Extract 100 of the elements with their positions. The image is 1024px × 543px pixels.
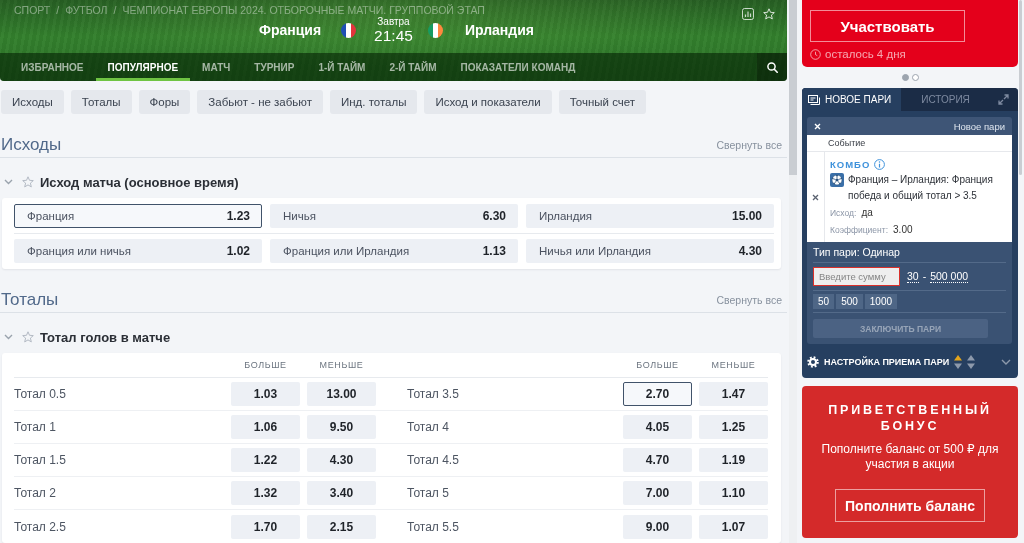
- filter-chip[interactable]: Забьют - не забьют: [197, 90, 323, 114]
- total-label: Тотал 0.5: [14, 387, 67, 401]
- tab[interactable]: 1-Й ТАЙМ: [306, 53, 378, 81]
- filter-chip[interactable]: Форы: [138, 90, 191, 114]
- tab[interactable]: НОВОЕ ПАРИ: [802, 88, 901, 111]
- bonus-text: Пополните баланс от 500 ₽ для участия в акции: [820, 442, 1000, 472]
- star-icon[interactable]: [22, 176, 34, 188]
- range-separator: -: [922, 270, 927, 283]
- odds-button[interactable]: Ирландия 15.00: [526, 204, 774, 228]
- expand-icon[interactable]: [998, 94, 1009, 105]
- odds-button[interactable]: 4.05: [623, 415, 692, 439]
- odds-button[interactable]: Ничья или Ирландия 4.30: [526, 239, 774, 263]
- odds-button[interactable]: 1.32: [231, 481, 300, 505]
- search-icon: [766, 61, 778, 73]
- scrollbar-thumb[interactable]: [789, 0, 797, 175]
- odds-button[interactable]: 2.70: [623, 382, 692, 406]
- filter-chip[interactable]: Исходы: [1, 90, 64, 114]
- min-stake-link[interactable]: 30: [907, 270, 919, 283]
- filter-chip[interactable]: Инд. тоталы: [329, 90, 418, 114]
- chevron-icon[interactable]: [4, 334, 13, 340]
- tab[interactable]: ПОПУЛЯРНОЕ: [95, 53, 191, 81]
- odds-button[interactable]: 4.30: [307, 448, 376, 472]
- tab[interactable]: 2-Й ТАЙМ: [377, 53, 449, 81]
- filter-chip[interactable]: Точный счет: [558, 90, 647, 114]
- odds-button[interactable]: 1.07: [699, 514, 768, 539]
- scrollbar-thumb[interactable]: [1019, 0, 1022, 175]
- total-label: Тотал 3.5: [406, 387, 460, 401]
- star-icon[interactable]: [22, 331, 34, 343]
- clock-icon: [810, 49, 821, 60]
- column-header: БОЛЬШЕ: [243, 360, 288, 370]
- column-header: МЕНЬШЕ: [318, 360, 365, 370]
- quick-amount-button[interactable]: 1000: [864, 294, 898, 309]
- total-label: Тотал 2.5: [14, 519, 67, 534]
- settings-label[interactable]: НАСТРОЙКА ПРИЕМА ПАРИ: [824, 356, 950, 367]
- odds-button[interactable]: 2.15: [307, 514, 376, 539]
- bar-chart-icon[interactable]: [742, 7, 754, 20]
- filter-chip[interactable]: Тоталы: [70, 90, 132, 114]
- stake-input[interactable]: Введите сумму: [813, 267, 900, 286]
- chevron-icon[interactable]: [4, 179, 13, 185]
- info-icon[interactable]: [874, 158, 886, 170]
- odds-button[interactable]: 1.19: [699, 448, 768, 472]
- odds-button[interactable]: Франция 1.23: [14, 204, 262, 228]
- column-header: БОЛЬШЕ: [635, 360, 680, 370]
- flag-icon: [427, 22, 443, 38]
- odds-value: 3.00: [893, 224, 913, 235]
- match-time: 21:45: [374, 27, 413, 44]
- scrollbar[interactable]: [789, 0, 797, 543]
- total-label: Тотал 5: [406, 486, 450, 500]
- quick-amount-button[interactable]: 50: [813, 294, 835, 309]
- market-title: Исход матча (основное время): [40, 174, 239, 190]
- odds-button[interactable]: 1.47: [699, 382, 768, 406]
- soccer-ball-icon: [830, 173, 844, 187]
- carousel-dot[interactable]: [911, 73, 919, 81]
- close-icon[interactable]: [812, 193, 819, 201]
- odds-button[interactable]: 1.10: [699, 481, 768, 505]
- odds-button[interactable]: 9.50: [307, 415, 376, 439]
- odds-button[interactable]: Франция или ничья 1.02: [14, 239, 262, 263]
- odds-button[interactable]: 1.70: [231, 514, 300, 539]
- tab[interactable]: ТУРНИР: [242, 53, 307, 81]
- total-label: Тотал 1.5: [14, 453, 67, 467]
- odds-button[interactable]: 9.00: [623, 514, 692, 539]
- tab[interactable]: МАТЧ: [190, 53, 243, 81]
- chevron-down-icon[interactable]: [1001, 358, 1011, 365]
- section-title: Тоталы: [1, 289, 59, 310]
- tab[interactable]: ИСТОРИЯ: [901, 88, 990, 111]
- match-day: Завтра: [377, 16, 410, 27]
- odds-button[interactable]: 3.40: [307, 481, 376, 505]
- total-label: Тотал 4: [406, 420, 450, 434]
- tab[interactable]: ИЗБРАННОЕ: [9, 53, 96, 81]
- odds-button[interactable]: Франция или Ирландия 1.13: [270, 239, 518, 263]
- column-header: Событие: [807, 135, 1012, 152]
- odds-button[interactable]: 1.22: [231, 448, 300, 472]
- total-label: Тотал 5.5: [406, 519, 460, 534]
- filter-chip[interactable]: Исход и показатели: [424, 90, 552, 114]
- up-down-arrows-icon[interactable]: [954, 354, 963, 369]
- document-icon: [808, 94, 820, 105]
- odds-button[interactable]: 1.06: [231, 415, 300, 439]
- up-down-arrows-icon[interactable]: [967, 354, 976, 369]
- odds-button[interactable]: 1.25: [699, 415, 768, 439]
- odds-label: Коэффициент:: [830, 224, 889, 235]
- tab[interactable]: ПОКАЗАТЕЛИ КОМАНД: [448, 53, 588, 81]
- total-label: Тотал 1: [14, 420, 57, 434]
- top-up-button[interactable]: Пополнить баланс: [835, 489, 985, 522]
- breadcrumb-separator: /: [56, 5, 60, 16]
- flag-icon: [341, 22, 357, 38]
- odds-button[interactable]: 7.00: [623, 481, 692, 505]
- odds-button[interactable]: 1.03: [231, 382, 300, 406]
- odds-button[interactable]: 13.00: [307, 382, 376, 406]
- odds-button[interactable]: 4.70: [623, 448, 692, 472]
- carousel-dot[interactable]: [901, 73, 909, 81]
- breadcrumb-separator: /: [113, 5, 117, 16]
- outcome-label: Исход:: [830, 207, 857, 218]
- max-stake-link[interactable]: 500 000: [930, 270, 969, 283]
- settings-icon[interactable]: [807, 355, 819, 368]
- quick-amount-button[interactable]: 500: [836, 294, 863, 309]
- participate-button[interactable]: Участвовать: [810, 10, 965, 42]
- search-button[interactable]: [757, 53, 787, 81]
- total-label: Тотал 4.5: [406, 453, 460, 467]
- odds-button[interactable]: Ничья 6.30: [270, 204, 518, 228]
- ticket-title: Новое пари: [953, 120, 1005, 132]
